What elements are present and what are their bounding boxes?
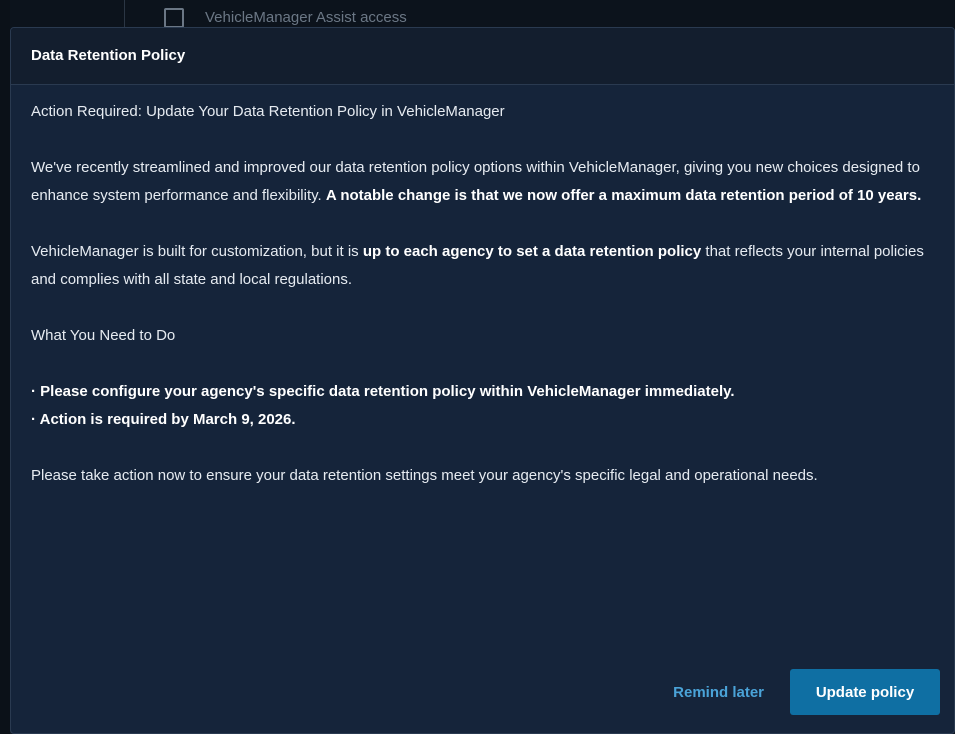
paragraph-customization-text-before: VehicleManager is built for customizatio… xyxy=(31,243,363,260)
paragraph-customization-highlight: up to each agency to set a data retentio… xyxy=(362,243,702,260)
remind-later-button[interactable]: Remind later xyxy=(673,684,764,701)
dialog-footer: Remind later Update policy xyxy=(673,669,940,715)
paragraph-customization: VehicleManager is built for customizatio… xyxy=(31,238,934,294)
paragraph-policy-update-highlight: A notable change is that we now offer a … xyxy=(325,187,922,204)
dialog-body: Action Required: Update Your Data Retent… xyxy=(11,85,954,490)
action-list: · Please configure your agency's specifi… xyxy=(31,378,934,434)
assist-access-checkbox[interactable] xyxy=(164,8,184,28)
data-retention-dialog: Data Retention Policy Action Required: U… xyxy=(10,27,955,734)
action-item-deadline: · Action is required by March 9, 2026. xyxy=(31,411,296,428)
section-heading: What You Need to Do xyxy=(31,327,176,344)
paragraph-policy-update: We've recently streamlined and improved … xyxy=(31,154,934,210)
background-left-edge xyxy=(0,0,10,734)
background-divider xyxy=(124,0,125,30)
action-item-configure: · Please configure your agency's specifi… xyxy=(31,383,735,400)
background-settings-row: VehicleManager Assist access xyxy=(0,0,955,30)
dialog-title: Data Retention Policy xyxy=(31,47,186,64)
dialog-subtitle: Action Required: Update Your Data Retent… xyxy=(31,103,505,120)
assist-access-label: VehicleManager Assist access xyxy=(205,9,407,26)
closing-paragraph: Please take action now to ensure your da… xyxy=(31,467,818,484)
update-policy-button[interactable]: Update policy xyxy=(790,669,940,715)
dialog-header: Data Retention Policy xyxy=(11,28,954,85)
